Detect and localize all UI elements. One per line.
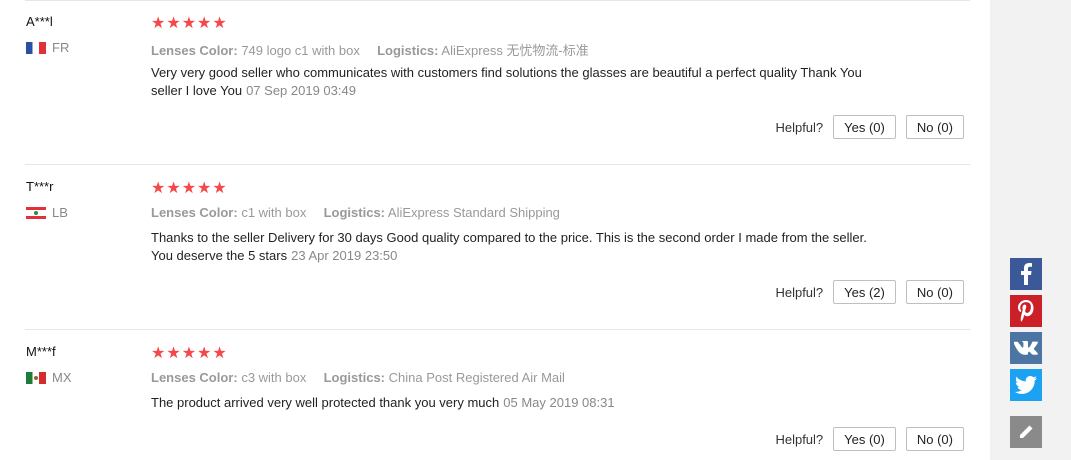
star-rating: ★★★★★ [151,345,228,362]
helpful-controls: Helpful? Yes (0) No (0) [775,427,964,451]
helpful-no-button[interactable]: No (0) [905,280,964,304]
twitter-icon [1015,376,1037,394]
review-date: 05 May 2019 08:31 [503,395,615,410]
review-attributes: Lenses Color: c3 with box Logistics: Chi… [151,370,565,385]
helpful-label: Helpful? [775,119,824,135]
reviewer-country: MX [26,370,72,385]
review-attributes: Lenses Color: c1 with box Logistics: Ali… [151,205,560,220]
attr-label: Lenses Color: [151,370,238,385]
star-rating: ★★★★★ [151,15,228,32]
review-text: The product arrived very well protected … [151,394,871,412]
flag-fr-icon [26,41,46,54]
reviewer-country: FR [26,40,69,55]
attr-value: c3 with box [241,370,307,385]
review-item: A***l FR ★★★★★ Lenses Color: 749 logo c1… [0,0,990,165]
vk-icon [1014,341,1038,355]
attr-label: Logistics: [323,205,386,220]
helpful-yes-button[interactable]: Yes (2) [833,280,896,304]
helpful-controls: Helpful? Yes (0) No (0) [775,115,964,139]
pencil-icon [1020,425,1033,438]
country-code: LB [52,205,68,220]
pinterest-icon [1018,300,1034,322]
helpful-no-button[interactable]: No (0) [905,115,964,139]
attr-value: China Post Registered Air Mail [388,370,565,385]
helpful-controls: Helpful? Yes (2) No (0) [775,280,964,304]
facebook-share-button[interactable] [1010,258,1042,290]
review-date: 07 Sep 2019 03:49 [246,83,356,98]
review-body: Thanks to the seller Delivery for 30 day… [151,230,867,263]
attr-value: c1 with box [241,205,307,220]
helpful-yes-button[interactable]: Yes (0) [833,115,896,139]
review-text: Very very good seller who communicates w… [151,64,871,100]
attr-value: AliExpress Standard Shipping [387,205,560,220]
country-code: MX [52,370,72,385]
attr-label: Lenses Color: [151,43,238,58]
edit-button[interactable] [1010,416,1042,448]
pinterest-share-button[interactable] [1010,295,1042,327]
reviewer-country: LB [26,205,68,220]
review-item: T***r LB ★★★★★ Lenses Color: c1 with box… [0,165,990,330]
helpful-no-button[interactable]: No (0) [905,427,964,451]
attr-label: Logistics: [323,370,386,385]
helpful-yes-button[interactable]: Yes (0) [833,427,896,451]
review-body: The product arrived very well protected … [151,395,500,410]
attr-value: AliExpress 无忧物流-标准 [441,43,589,58]
helpful-label: Helpful? [775,284,824,300]
flag-mx-icon [26,371,46,384]
reviewer-name: T***r [26,179,54,194]
attr-label: Logistics: [377,43,439,58]
review-text: Thanks to the seller Delivery for 30 day… [151,229,871,265]
attr-label: Lenses Color: [151,205,238,220]
review-item: M***f MX ★★★★★ Lenses Color: c3 with box… [0,330,990,460]
helpful-label: Helpful? [775,431,824,447]
vk-share-button[interactable] [1010,332,1042,364]
country-code: FR [52,40,70,55]
attr-value: 749 logo c1 with box [241,43,360,58]
reviewer-name: A***l [26,14,53,29]
review-attributes: Lenses Color: 749 logo c1 with box Logis… [151,40,589,59]
review-date: 23 Apr 2019 23:50 [291,248,398,263]
facebook-icon [1021,263,1032,285]
reviewer-name: M***f [26,344,56,359]
star-rating: ★★★★★ [151,180,228,197]
flag-lb-icon [26,206,46,219]
twitter-share-button[interactable] [1010,369,1042,401]
